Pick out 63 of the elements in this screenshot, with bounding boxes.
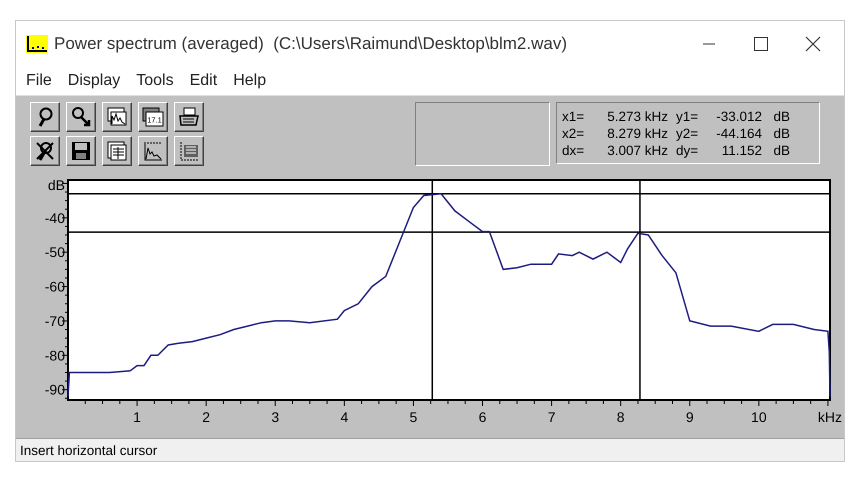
maximize-icon <box>754 37 768 51</box>
readout-label: dx= <box>562 142 586 158</box>
menu-item[interactable]: File <box>18 72 60 90</box>
readout-value: -33.012 <box>715 108 762 124</box>
readout-label: x1= <box>562 108 586 124</box>
toolbar-button[interactable] <box>174 136 204 166</box>
grid-icon <box>178 140 200 162</box>
x-tick-label: 5 <box>410 409 418 425</box>
x-tick-label: 10 <box>751 409 767 425</box>
x-tick-label: 9 <box>686 409 694 425</box>
cursor-line[interactable] <box>639 180 641 400</box>
toolbar-button[interactable] <box>138 136 168 166</box>
cursor-line[interactable] <box>432 180 434 400</box>
spectrum-icon <box>142 140 164 162</box>
menu-item[interactable]: Tools <box>128 72 182 90</box>
x-tick-label: 3 <box>271 409 280 425</box>
toolbar-button[interactable] <box>102 102 132 132</box>
toolbar-button[interactable] <box>102 136 132 166</box>
x-tick-label: 6 <box>478 409 486 425</box>
y-tick-label: -90 <box>44 382 65 398</box>
x-tick-label: 8 <box>616 409 625 425</box>
y-tick-label: -50 <box>44 244 65 260</box>
readout-label: x2= <box>562 124 586 142</box>
x-tick-label: 1 <box>133 409 141 425</box>
menu-item[interactable]: Help <box>225 72 274 90</box>
toolbar-button[interactable] <box>30 102 60 132</box>
table-icon <box>106 140 128 162</box>
magnifier-arrow-icon <box>70 106 92 128</box>
readout-value: 8.279 kHz <box>606 124 668 142</box>
toolbar-button[interactable] <box>30 136 60 166</box>
x-tick-label: 7 <box>548 409 556 425</box>
readout-label: y1= <box>675 108 700 124</box>
y-axis-label: dB <box>48 177 65 193</box>
menu-item[interactable]: Display <box>60 72 128 90</box>
readout-label: y2= <box>675 124 700 142</box>
cursor-line[interactable] <box>68 231 830 233</box>
cursor-line[interactable] <box>68 193 830 195</box>
window-title: Power spectrum (averaged) (C:\Users\Raimund\Desktop\blm2.wav) <box>54 34 568 54</box>
y-tick-label: -80 <box>44 347 65 364</box>
y-tick-label: -40 <box>44 210 65 226</box>
status-text: Insert horizontal cursor <box>20 442 158 458</box>
printer-icon <box>178 106 200 128</box>
readout-value: 11.152 <box>720 142 762 158</box>
x-axis-label: kHz <box>818 409 842 425</box>
toolbar-button[interactable] <box>66 102 96 132</box>
close-icon <box>805 36 821 52</box>
crossed-magnifier-icon <box>34 140 56 162</box>
window-icon <box>106 106 128 128</box>
readout-unit: dB <box>772 124 790 142</box>
readout-value: -44.164 <box>715 124 762 142</box>
x-tick-label: 2 <box>202 409 210 425</box>
menu-item[interactable]: Edit <box>182 72 226 90</box>
readout-value: 3.007 kHz <box>606 142 668 158</box>
readout-unit: dB <box>772 142 790 158</box>
readout-label: dy= <box>675 142 700 158</box>
y-tick-label: -60 <box>44 278 65 295</box>
x-tick-label: 4 <box>340 409 348 425</box>
readout-unit: dB <box>772 108 790 124</box>
y-tick-label: -70 <box>44 312 65 329</box>
toolbar-button[interactable] <box>66 136 96 166</box>
readout-value: 5.273 kHz <box>606 108 668 124</box>
toolbar-button[interactable] <box>174 102 204 132</box>
app-icon <box>26 35 48 53</box>
